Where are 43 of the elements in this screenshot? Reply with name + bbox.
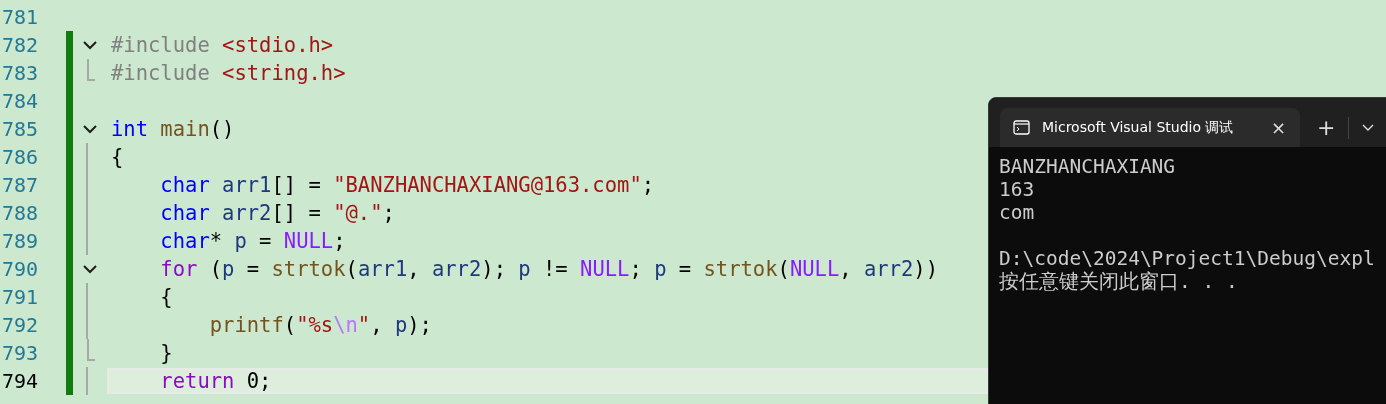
collapse-chevron-icon[interactable] [83, 264, 97, 274]
dropdown-chevron-icon[interactable] [1362, 124, 1375, 131]
code-line: } [159, 341, 173, 365]
console-output-line: BANZHANCHAXIANG [999, 155, 1177, 178]
close-tab-button[interactable]: × [1270, 117, 1286, 138]
code-line: { [159, 285, 173, 309]
code-line: #include <string.h> [111, 61, 346, 85]
code-line: char* p = NULL; [159, 229, 346, 253]
outline-end-line [87, 339, 95, 361]
console-output-line: 163 [999, 178, 1036, 201]
line-number: 787 [0, 173, 38, 197]
line-number: 790 [0, 257, 38, 281]
line-number: 786 [0, 145, 38, 169]
line-number: 792 [0, 313, 38, 337]
line-number: 781 [0, 5, 38, 29]
line-number: 794 [0, 369, 38, 393]
console-output-line: D:\code\2024\Project1\Debug\expl [999, 247, 1376, 270]
new-tab-button[interactable]: + [1317, 115, 1336, 140]
console-output-line: 按任意键关闭此窗口. . . [999, 270, 1239, 293]
line-number: 793 [0, 341, 38, 365]
code-line: for (p = strtok(arr1, arr2); p != NULL; p = strtok(NULL, arr2)) [159, 257, 939, 281]
console-icon [1013, 120, 1030, 135]
console-output-line: com [999, 201, 1036, 224]
line-number: 783 [0, 61, 38, 85]
line-number: 789 [0, 229, 38, 253]
outline-end-line [87, 59, 95, 81]
line-number: 782 [0, 33, 38, 57]
collapse-chevron-icon[interactable] [83, 124, 97, 134]
code-line: printf("%s\n", p); [208, 313, 432, 337]
code-line: #include <stdio.h> [111, 33, 334, 57]
code-line: { [111, 145, 124, 169]
code-line: return 0; [159, 369, 272, 393]
line-number: 785 [0, 117, 38, 141]
line-number: 791 [0, 285, 38, 309]
code-line: char arr1[] = "BANZHANCHAXIANG@163.com"; [159, 173, 655, 197]
line-number: 788 [0, 201, 38, 225]
code-line: char arr2[] = "@."; [159, 201, 395, 225]
terminal-tab[interactable]: Microsoft Visual Studio 调试 × [1000, 108, 1300, 147]
code-line: int main() [111, 117, 235, 141]
tab-title: Microsoft Visual Studio 调试 [1042, 118, 1235, 137]
line-number: 784 [0, 89, 38, 113]
collapse-chevron-icon[interactable] [83, 40, 97, 50]
outline-guide-line [86, 367, 88, 395]
